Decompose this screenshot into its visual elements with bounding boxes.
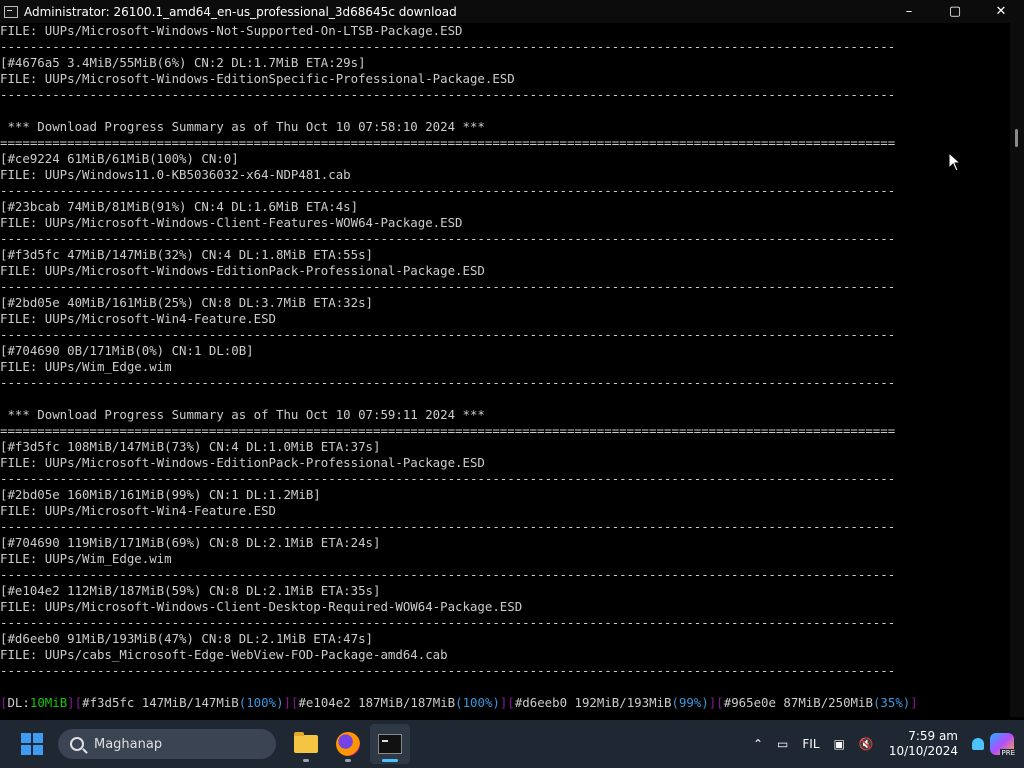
- taskbar-search[interactable]: Maghanap: [58, 729, 276, 759]
- console-line: ----------------------------------------…: [0, 231, 896, 246]
- console-line: ----------------------------------------…: [0, 183, 896, 198]
- console-line: [#f3d5fc 108MiB/147MiB(73%) CN:4 DL:1.0M…: [0, 439, 381, 454]
- console-line: ----------------------------------------…: [0, 471, 896, 486]
- console-line: *** Download Progress Summary as of Thu …: [0, 407, 485, 422]
- console-line: *** Download Progress Summary as of Thu …: [0, 119, 485, 134]
- window-title: Administrator: 26100.1_amd64_en-us_profe…: [24, 4, 457, 19]
- file-explorer-button[interactable]: [286, 724, 326, 764]
- status-segment: ]: [67, 695, 75, 710]
- status-segment: [: [74, 695, 83, 710]
- console-line: [#704690 0B/171MiB(0%) CN:1 DL:0B]: [0, 343, 254, 358]
- status-segment: #f3d5fc 147MiB/147MiB: [82, 695, 239, 710]
- console-scrollbar[interactable]: [1010, 23, 1024, 717]
- console-line: FILE: UUPs/Microsoft-Windows-EditionSpec…: [0, 71, 515, 86]
- status-segment: DL:: [7, 695, 30, 710]
- console-line: [#4676a5 3.4MiB/55MiB(6%) CN:2 DL:1.7MiB…: [0, 55, 366, 70]
- status-segment: ]: [283, 695, 291, 710]
- console-line: [#f3d5fc 47MiB/147MiB(32%) CN:4 DL:1.8Mi…: [0, 247, 373, 262]
- console-line: FILE: UUPs/Microsoft-Windows-Client-Feat…: [0, 215, 463, 230]
- console-line: ----------------------------------------…: [0, 39, 896, 54]
- console-line: FILE: UUPs/Microsoft-Win4-Feature.ESD: [0, 311, 277, 326]
- minimize-button[interactable]: –: [886, 0, 932, 23]
- console-line: ----------------------------------------…: [0, 327, 896, 342]
- console-line: ========================================…: [0, 423, 896, 438]
- status-segment: #965e0e 87MiB/250MiB: [723, 695, 873, 710]
- status-segment: (99%): [671, 695, 709, 710]
- console-output[interactable]: FILE: UUPs/Microsoft-Windows-Not-Support…: [0, 23, 1010, 717]
- console-line: [#2bd05e 160MiB/161MiB(99%) CN:1 DL:1.2M…: [0, 487, 321, 502]
- console-line: [#ce9224 61MiB/61MiB(100%) CN:0]: [0, 151, 239, 166]
- clock[interactable]: 7:59 am 10/10/2024: [889, 729, 958, 759]
- terminal-button[interactable]: [370, 724, 410, 764]
- console-line: ----------------------------------------…: [0, 519, 896, 534]
- status-segment: (35%): [872, 695, 911, 710]
- console-line: ----------------------------------------…: [0, 663, 896, 678]
- folder-icon: [294, 732, 318, 753]
- volume-muted-icon[interactable]: 🔇: [859, 737, 874, 751]
- console-line: FILE: UUPs/Microsoft-Windows-Client-Desk…: [0, 599, 523, 614]
- console-line: ----------------------------------------…: [0, 567, 896, 582]
- console-line: FILE: UUPs/cabs_Microsoft-Edge-WebView-F…: [0, 647, 448, 662]
- clock-time: 7:59 am: [908, 729, 958, 743]
- mouse-cursor-icon: [948, 152, 962, 172]
- firefox-button[interactable]: [328, 724, 368, 764]
- chevron-up-icon[interactable]: ⌃: [753, 737, 763, 751]
- console-line: FILE: UUPs/Microsoft-Windows-EditionPack…: [0, 455, 485, 470]
- network-icon[interactable]: ▣: [834, 737, 845, 751]
- console-line: FILE: UUPs/Microsoft-Win4-Feature.ESD: [0, 503, 277, 518]
- console-line: FILE: UUPs/Windows11.0-KB5036032-x64-NDP…: [0, 167, 351, 182]
- status-segment: #e104e2 187MiB/187MiB: [298, 695, 456, 710]
- console-line: [#23bcab 74MiB/81MiB(91%) CN:4 DL:1.6MiB…: [0, 199, 359, 214]
- console-line: FILE: UUPs/Wim_Edge.wim: [0, 551, 172, 566]
- window-titlebar[interactable]: Administrator: 26100.1_amd64_en-us_profe…: [0, 0, 1024, 23]
- copilot-badge: PRE: [1000, 749, 1016, 757]
- console-line: [#2bd05e 40MiB/161MiB(25%) CN:8 DL:3.7Mi…: [0, 295, 373, 310]
- maximize-button[interactable]: ▢: [932, 0, 978, 23]
- console-line: [#e104e2 112MiB/187MiB(59%) CN:8 DL:2.1M…: [0, 583, 381, 598]
- console-line: FILE: UUPs/Microsoft-Windows-EditionPack…: [0, 263, 485, 278]
- console-line: ========================================…: [0, 135, 896, 150]
- system-tray: ⌃ ▭ FIL ▣ 🔇 7:59 am 10/10/2024 PRE: [746, 720, 1024, 768]
- console-line: [#d6eeb0 91MiB/193MiB(47%) CN:8 DL:2.1Mi…: [0, 631, 373, 646]
- status-segment: ]: [910, 695, 918, 710]
- console-line: [#704690 119MiB/171MiB(69%) CN:8 DL:2.1M…: [0, 535, 381, 550]
- console-line: FILE: UUPs/Microsoft-Windows-Not-Support…: [0, 23, 463, 38]
- scrollbar-thumb[interactable]: [1015, 129, 1018, 147]
- start-button[interactable]: [12, 724, 52, 764]
- status-segment: #d6eeb0 192MiB/193MiB: [514, 695, 672, 710]
- language-indicator[interactable]: FIL: [802, 737, 819, 751]
- windows-logo-icon: [21, 733, 43, 755]
- console-line: ----------------------------------------…: [0, 279, 896, 294]
- taskbar: Maghanap ⌃ ▭ FIL ▣ 🔇 7:59 am 10/10/2024 …: [0, 720, 1024, 768]
- console-line: ----------------------------------------…: [0, 375, 896, 390]
- console-app-icon: [4, 5, 18, 18]
- console-line: ----------------------------------------…: [0, 87, 896, 102]
- console-line: ----------------------------------------…: [0, 615, 896, 630]
- status-segment: [: [507, 695, 515, 710]
- console-line: FILE: UUPs/Wim_Edge.wim: [0, 359, 172, 374]
- search-icon: [70, 737, 84, 751]
- close-button[interactable]: ✕: [978, 0, 1024, 23]
- status-segment: (100%): [455, 695, 500, 710]
- download-status-line: [DL:10MiB][#f3d5fc 147MiB/147MiB(100%)][…: [0, 695, 1010, 711]
- firefox-icon: [336, 732, 360, 756]
- status-segment: (100%): [238, 695, 284, 710]
- terminal-icon: [378, 734, 402, 754]
- clock-date: 10/10/2024: [888, 744, 958, 758]
- device-icon[interactable]: ▭: [777, 737, 788, 751]
- search-placeholder: Maghanap: [94, 736, 163, 752]
- status-segment: 10MiB: [29, 695, 68, 710]
- copilot-icon[interactable]: PRE: [990, 733, 1016, 757]
- notification-bell-icon[interactable]: [972, 738, 984, 750]
- status-segment: [: [716, 695, 724, 710]
